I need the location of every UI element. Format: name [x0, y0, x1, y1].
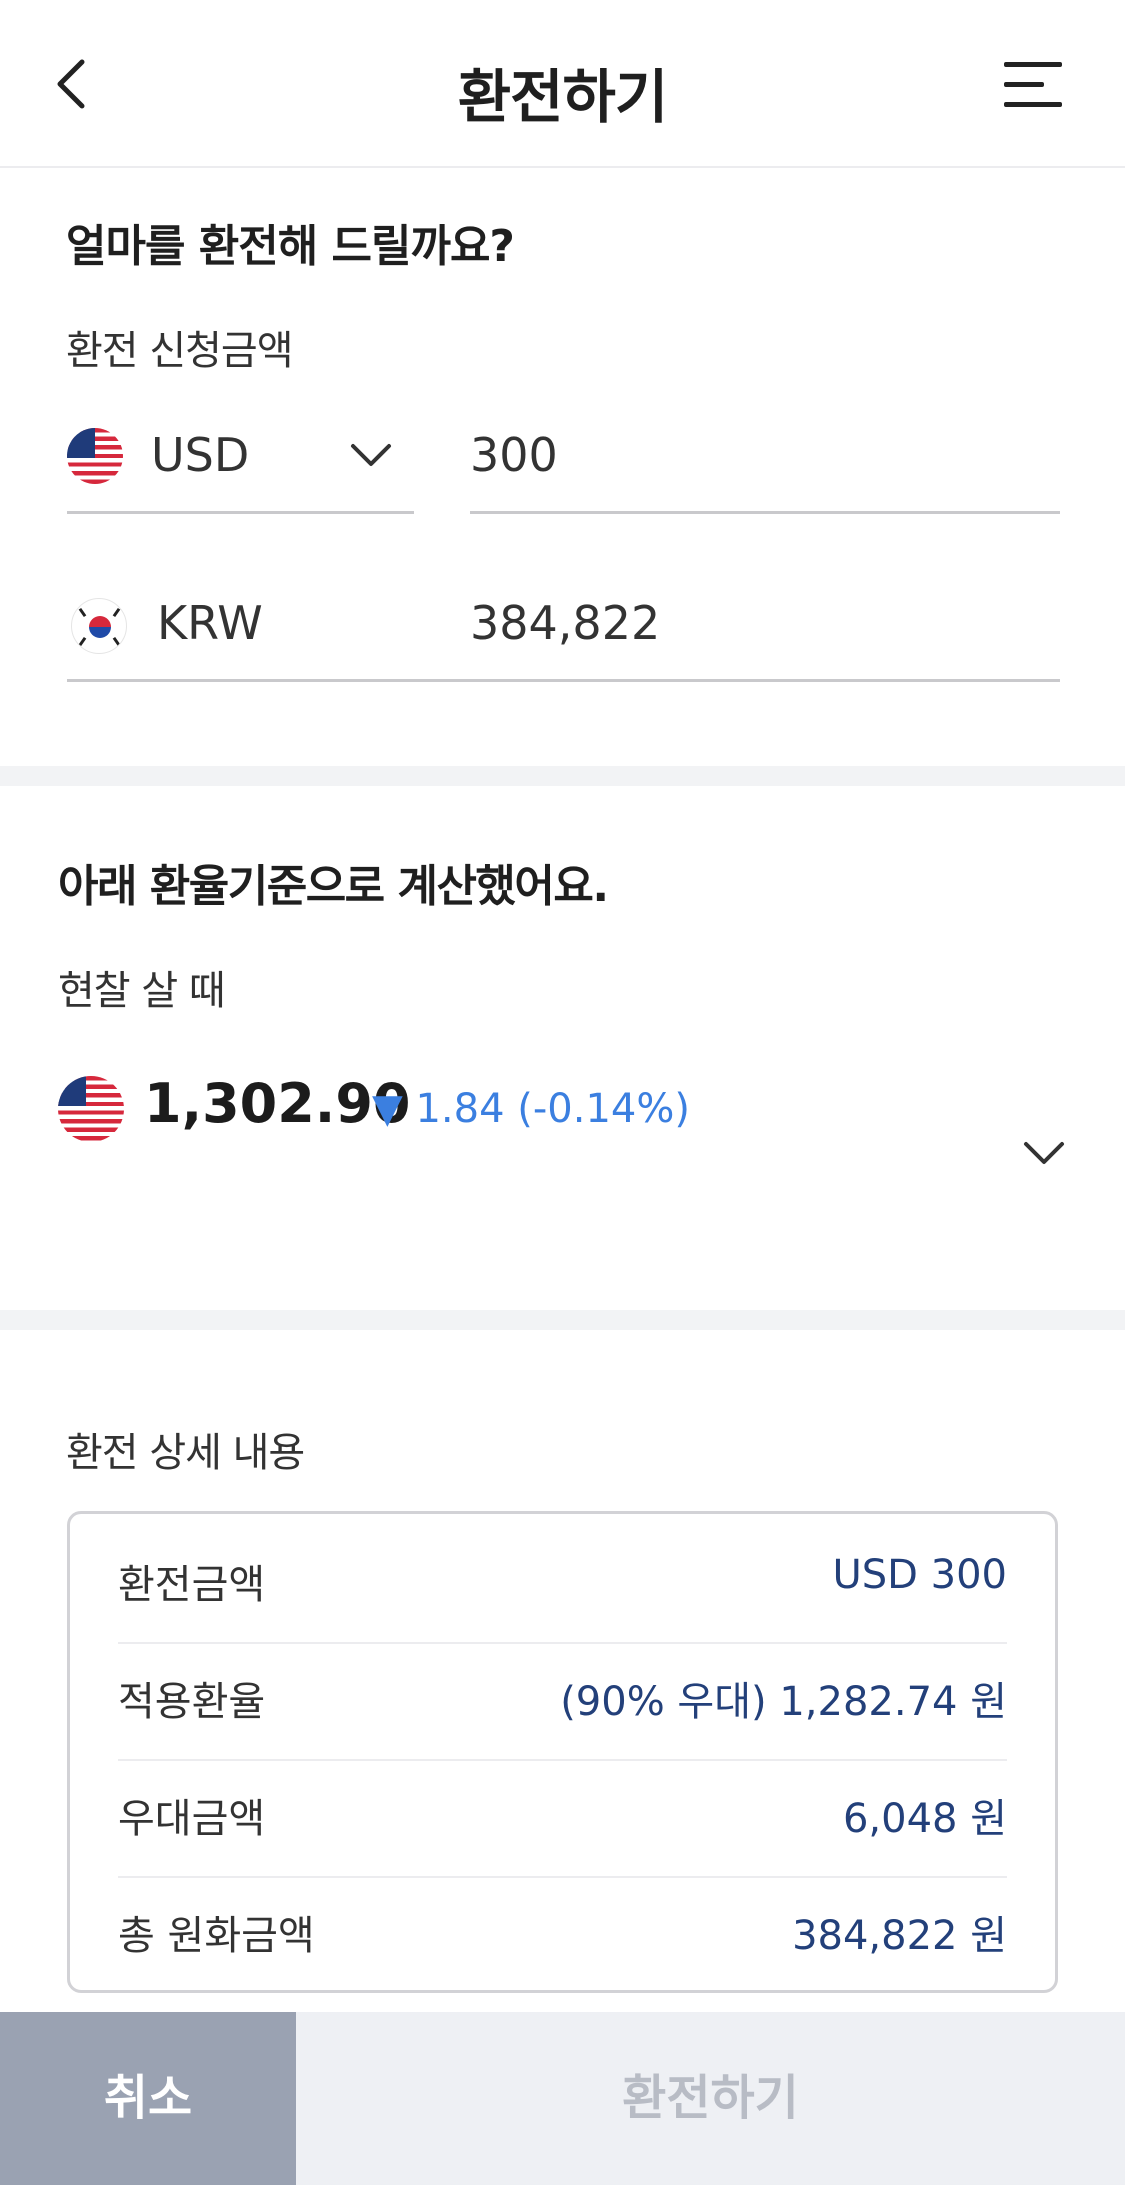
exchange-detail-card: 환전금액 USD 300 적용환율 (90% 우대) 1,282.74 원 우대…: [67, 1511, 1058, 1993]
cancel-button[interactable]: 취소: [0, 2012, 296, 2185]
detail-row: 우대금액 6,048 원: [118, 1748, 1007, 1864]
from-currency-select[interactable]: USD: [67, 428, 414, 514]
us-flag-icon: [67, 428, 123, 484]
amount-question: 얼마를 환전해 드릴까요?: [66, 221, 515, 272]
rate-section-title: 아래 환율기준으로 계산했어요.: [58, 861, 609, 912]
detail-row: 환전금액 USD 300: [118, 1514, 1007, 1630]
detail-row-value: 6,048 원: [842, 1796, 1007, 1842]
detail-row-label: 적용환율: [118, 1679, 266, 1725]
detail-row-value: USD 300: [832, 1552, 1007, 1598]
to-currency-code: KRW: [157, 596, 263, 650]
detail-row-label: 총 원화금액: [118, 1913, 315, 1959]
detail-row-value: 384,822 원: [792, 1913, 1007, 1959]
app-header: 환전하기: [0, 0, 1125, 168]
request-amount-label: 환전 신청금액: [66, 328, 294, 374]
to-amount-value: 384,822: [470, 596, 661, 650]
from-currency-code: USD: [151, 428, 250, 482]
detail-row: 총 원화금액 384,822 원: [118, 1865, 1007, 1981]
detail-row: 적용환율 (90% 우대) 1,282.74 원: [118, 1631, 1007, 1747]
detail-row-label: 환전금액: [118, 1562, 266, 1608]
us-flag-icon: [58, 1076, 124, 1142]
rate-type-label: 현찰 살 때: [58, 968, 226, 1014]
chevron-down-icon: [351, 444, 391, 466]
detail-row-label: 우대금액: [118, 1796, 266, 1842]
section-divider: [0, 1310, 1125, 1330]
section-divider: [0, 766, 1125, 786]
hamburger-menu-icon[interactable]: [1004, 62, 1062, 108]
detail-row-value: (90% 우대) 1,282.74 원: [560, 1679, 1007, 1725]
detail-section-title: 환전 상세 내용: [66, 1430, 305, 1476]
kr-flag-icon: [71, 598, 127, 654]
from-amount-input[interactable]: 300: [470, 428, 1060, 514]
page-title: 환전하기: [457, 63, 668, 131]
exchange-rate-value: 1,302.90: [144, 1072, 411, 1135]
to-currency-row: KRW 384,822: [67, 596, 1060, 682]
chevron-down-icon[interactable]: [1022, 1140, 1066, 1166]
exchange-button[interactable]: 환전하기: [296, 2012, 1125, 2185]
from-amount-value: 300: [470, 428, 558, 482]
rate-change-value: ▼ 1.84 (-0.14%): [372, 1086, 690, 1132]
